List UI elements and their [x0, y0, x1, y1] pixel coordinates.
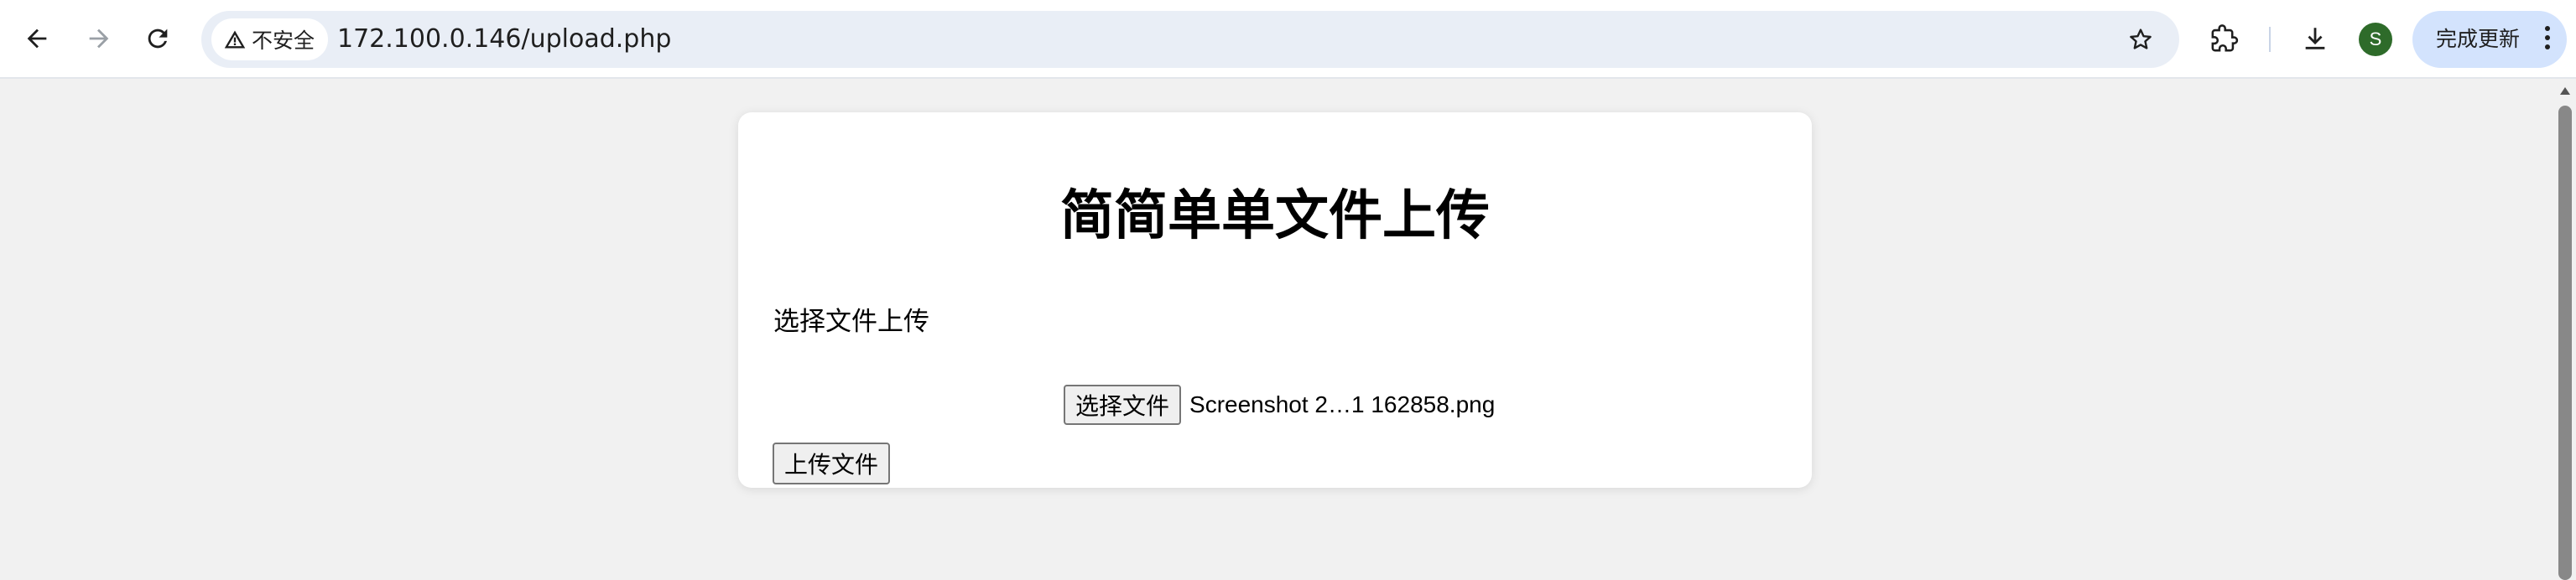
page-title: 简简单单文件上传	[1060, 185, 1490, 247]
puzzle-icon	[2211, 24, 2239, 52]
arrow-forward-icon	[89, 28, 109, 49]
scroll-up-icon[interactable]	[2560, 87, 2570, 95]
browser-toolbar: 不安全 172.100.0.146/upload.php S 完成更新	[0, 0, 2576, 79]
update-button[interactable]: 完成更新	[2412, 11, 2567, 68]
choose-file-button[interactable]: 选择文件	[1064, 385, 1182, 425]
file-field-label: 选择文件上传	[773, 307, 929, 337]
vertical-scrollbar[interactable]	[2553, 79, 2576, 580]
forward-button[interactable]	[79, 18, 119, 59]
kebab-menu-icon[interactable]	[2542, 26, 2553, 53]
star-icon	[2130, 28, 2152, 49]
profile-avatar[interactable]: S	[2359, 23, 2392, 56]
update-label: 完成更新	[2436, 27, 2521, 51]
reload-icon	[148, 28, 168, 49]
bookmark-button[interactable]	[2122, 21, 2159, 58]
file-input[interactable]: 选择文件 Screenshot 2…1 162858.png	[1064, 384, 1495, 426]
arrow-back-icon	[27, 28, 47, 49]
toolbar-separator	[2269, 27, 2271, 52]
extensions-button[interactable]	[2204, 18, 2245, 59]
back-button[interactable]	[17, 18, 57, 59]
upload-button[interactable]: 上传文件	[773, 443, 891, 484]
download-icon	[2305, 28, 2325, 49]
page-viewport: 简简单单文件上传 选择文件上传 选择文件 Screenshot 2…1 1628…	[0, 79, 2553, 580]
upload-card: 简简单单文件上传 选择文件上传 选择文件 Screenshot 2…1 1628…	[738, 112, 1812, 488]
security-label: 不安全	[252, 28, 315, 53]
address-bar[interactable]: 不安全 172.100.0.146/upload.php	[201, 11, 2179, 68]
security-chip[interactable]: 不安全	[211, 18, 329, 60]
warning-icon	[224, 30, 246, 49]
selected-file-name: Screenshot 2…1 162858.png	[1189, 391, 1496, 417]
downloads-button[interactable]	[2295, 18, 2335, 59]
url-text[interactable]: 172.100.0.146/upload.php	[337, 11, 671, 68]
reload-button[interactable]	[138, 18, 178, 59]
scroll-thumb[interactable]	[2558, 106, 2572, 580]
